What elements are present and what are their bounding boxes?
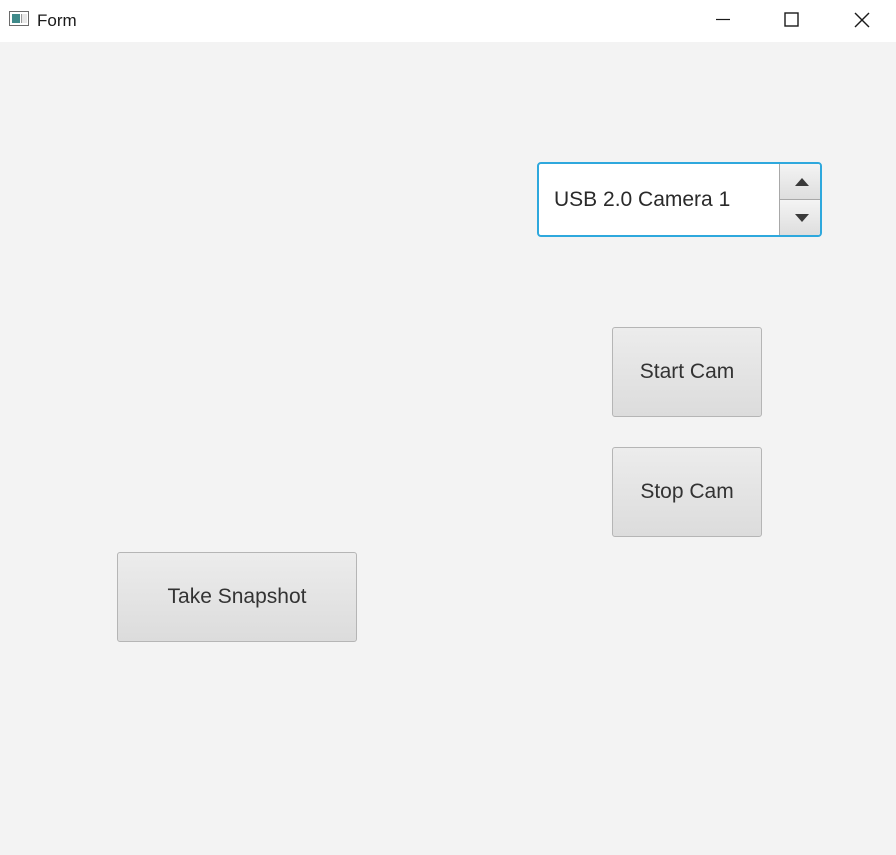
spinner-decrement-button[interactable] [779, 200, 820, 235]
triangle-up-icon [795, 178, 809, 186]
camera-spinner-input[interactable] [539, 164, 779, 235]
spinner-increment-button[interactable] [779, 164, 820, 200]
maximize-icon [784, 12, 799, 27]
take-snapshot-button[interactable]: Take Snapshot [117, 552, 357, 642]
app-window: Form St [0, 0, 896, 855]
close-icon [854, 12, 870, 28]
close-button[interactable] [829, 0, 895, 40]
stop-cam-button[interactable]: Stop Cam [612, 447, 762, 537]
minimize-button[interactable] [690, 0, 756, 40]
minimize-icon [716, 18, 730, 21]
triangle-down-icon [795, 214, 809, 222]
title-bar[interactable]: Form [0, 0, 896, 42]
window-title: Form [37, 11, 77, 30]
camera-spinner[interactable] [537, 162, 822, 237]
window-app-icon [9, 11, 29, 26]
maximize-button[interactable] [758, 0, 824, 40]
start-cam-button[interactable]: Start Cam [612, 327, 762, 417]
